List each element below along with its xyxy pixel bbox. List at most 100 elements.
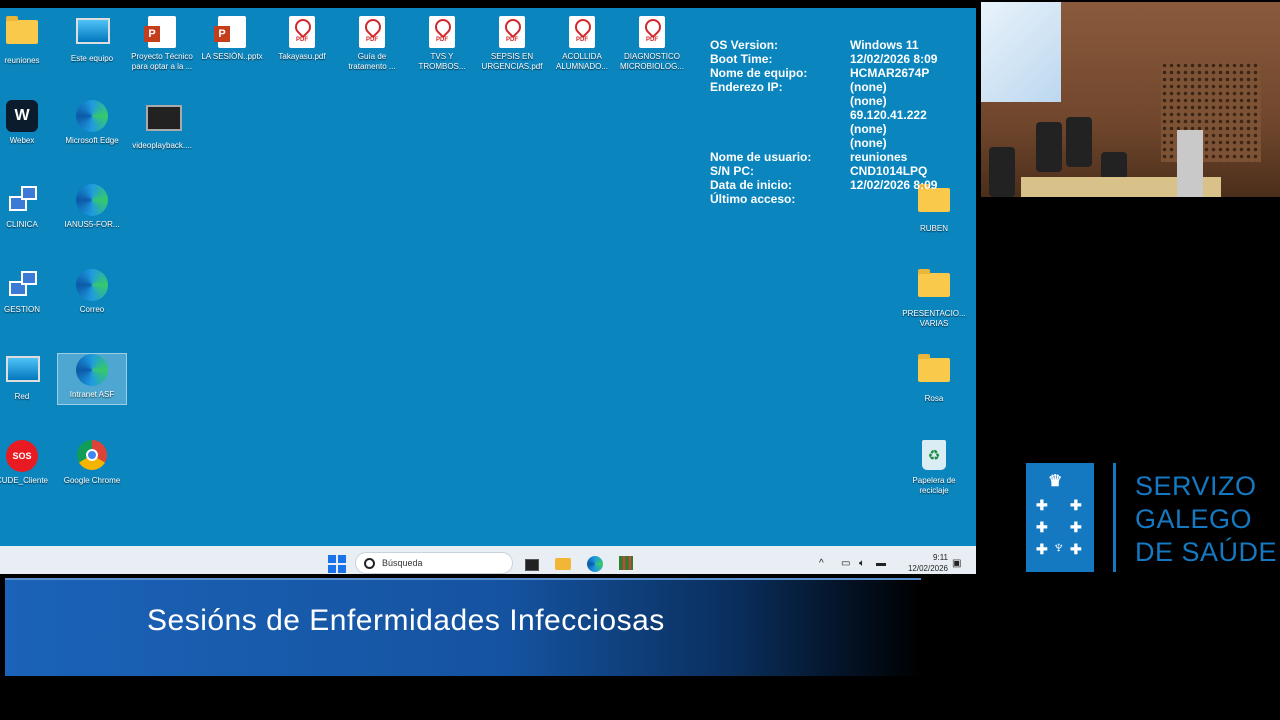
desktop-icon-takayasu[interactable]: PDF Takayasu.pdf: [268, 16, 336, 62]
webex-badge: W: [6, 100, 38, 132]
powerpoint-file-icon: [144, 16, 178, 48]
icon-label: CLINICA: [6, 220, 38, 229]
taskbar: Búsqueda ^ ▭ 🔈︎ ▬ 9:11 12/02/2026 ▣: [0, 546, 976, 574]
edge-icon: [587, 556, 603, 572]
desktop-icon-reuniones[interactable]: reuniones: [0, 16, 56, 66]
desktop-icon-red[interactable]: Red: [0, 354, 56, 402]
pdf-badge: PDF: [436, 37, 448, 43]
system-info-overlay: OS Version: Windows 11 Boot Time: 12/02/20…: [710, 38, 937, 206]
sysinfo-row: Último acceso:: [710, 192, 937, 206]
pdf-file-icon: PDF: [356, 16, 388, 48]
sysinfo-key: Nome de usuario:: [710, 150, 812, 164]
sergas-wordmark: SERVIZO GALEGO DE SAÚDE: [1135, 470, 1277, 569]
windows-logo-icon: [328, 555, 336, 563]
sysinfo-key: Data de inicio:: [710, 178, 793, 192]
sysinfo-key: [710, 108, 850, 122]
sysinfo-value: (none): [850, 136, 887, 150]
icon-label: Webex: [9, 136, 35, 145]
windows-logo-icon: [338, 555, 346, 563]
taskbar-app-file-explorer[interactable]: [555, 556, 571, 572]
sysinfo-value: 69.120.41.222: [850, 108, 927, 122]
desktop-icon-la-sesion[interactable]: LA SESIÓN..pptx: [198, 16, 266, 62]
sysinfo-key: Último acceso:: [710, 192, 796, 206]
icon-label: Proyecto Técnico para optar a la ...: [131, 52, 193, 71]
volume-icon[interactable]: 🔈︎: [859, 558, 865, 569]
cross-icon: ✚: [1070, 497, 1082, 513]
icon-label: LA SESIÓN..pptx: [201, 52, 263, 61]
icon-label: Guía de tratamento ...: [348, 52, 396, 71]
remote-desktop-icon: [6, 269, 38, 301]
desktop-icon-rosa[interactable]: Rosa: [900, 354, 968, 404]
desktop-icon-videoplayback[interactable]: videoplayback....: [128, 100, 196, 151]
battery-icon[interactable]: ▬: [876, 558, 886, 569]
taskbar-clock[interactable]: 9:11 12/02/2026: [896, 552, 948, 574]
taskbar-app-edge[interactable]: [587, 556, 603, 572]
desktop-icon-tvs-trombos[interactable]: PDF TVS Y TROMBOS...: [408, 16, 476, 72]
icon-label: Google Chrome: [63, 476, 121, 485]
folder-icon: [6, 16, 38, 52]
pdf-badge: PDF: [576, 37, 588, 43]
desktop-icon-guia-tratamento[interactable]: PDF Guía de tratamento ...: [338, 16, 406, 72]
desktop-icon-ianus[interactable]: IANUS5-FOR...: [58, 184, 126, 230]
video-file-icon: [146, 105, 182, 137]
sysinfo-value: CND1014LPQ: [850, 164, 928, 178]
desktop-icon-gestion[interactable]: GESTION: [0, 269, 56, 315]
start-button[interactable]: [328, 555, 346, 573]
clock-date: 12/02/2026: [907, 564, 948, 573]
desktop: reuniones Este equipo Proyecto Técnico p…: [0, 8, 976, 574]
cross-icon: ✚: [1036, 497, 1048, 513]
sysinfo-key: [710, 94, 850, 108]
pdf-badge: PDF: [506, 37, 518, 43]
sysinfo-row: 69.120.41.222: [710, 108, 937, 122]
taskbar-app-task-view[interactable]: [522, 556, 539, 572]
desktop-icon-cude-cliente[interactable]: SOS CUDE_Cliente: [0, 440, 56, 486]
chrome-icon: [76, 440, 108, 472]
desktop-icon-recycle-bin[interactable]: ♻ Papelera de reciclaje: [900, 440, 968, 496]
cross-icon: ✚: [1070, 519, 1082, 535]
pdf-file-icon: PDF: [636, 16, 668, 48]
desktop-icon-google-chrome[interactable]: Google Chrome: [58, 440, 126, 486]
webcam-feed: [981, 2, 1280, 197]
sysinfo-row: Data de inicio: 12/02/2026 8:09: [710, 178, 937, 192]
display-icon[interactable]: ▭: [841, 558, 850, 569]
sysinfo-row: (none): [710, 122, 937, 136]
taskbar-search-box[interactable]: Búsqueda: [355, 552, 513, 574]
clock-time: 9:11: [933, 553, 948, 562]
desktop-icon-sepsis[interactable]: PDF SEPSIS EN URGENCIAS.pdf: [478, 16, 546, 72]
logo-line-2: GALEGO: [1135, 504, 1253, 534]
pdf-file-icon: PDF: [496, 16, 528, 48]
desktop-icon-este-equipo[interactable]: Este equipo: [58, 16, 126, 64]
edge-icon: [76, 184, 108, 216]
folder-icon: [918, 269, 950, 305]
folder-icon: [918, 354, 950, 390]
chair: [1066, 117, 1092, 167]
cross-icon: ✚: [1070, 541, 1082, 557]
sysinfo-row: S/N PC: CND1014LPQ: [710, 164, 937, 178]
pdf-file-icon: PDF: [566, 16, 598, 48]
taskbar-app-store[interactable]: [619, 556, 635, 572]
edge-icon: [76, 100, 108, 132]
notification-icon[interactable]: ▣: [952, 558, 961, 569]
desktop-icon-acollida[interactable]: PDF ACOLLIDA ALUMNADO...: [548, 16, 616, 72]
desktop-icon-correo[interactable]: Correo: [58, 269, 126, 315]
icon-label: SEPSIS EN URGENCIAS.pdf: [481, 52, 543, 71]
pdf-file-icon: PDF: [426, 16, 458, 48]
acoustic-panel: [1161, 62, 1261, 162]
pdf-file-icon: PDF: [286, 16, 318, 48]
sysinfo-key: [710, 122, 850, 136]
icon-label: DIAGNOSTICO MICROBIOLOG...: [619, 52, 684, 71]
sysinfo-row: (none): [710, 94, 937, 108]
desktop-icon-webex[interactable]: W Webex: [0, 100, 56, 146]
desktop-icon-diagnostico[interactable]: PDF DIAGNOSTICO MICROBIOLOG...: [618, 16, 686, 72]
chevron-up-icon[interactable]: ^: [819, 558, 824, 569]
sysinfo-row: OS Version: Windows 11: [710, 38, 937, 52]
edge-icon: [76, 269, 108, 301]
desktop-icon-microsoft-edge[interactable]: Microsoft Edge: [58, 100, 126, 146]
desktop-icon-proyecto-tecnico[interactable]: Proyecto Técnico para optar a la ...: [128, 16, 196, 72]
sos-badge: SOS: [6, 440, 38, 472]
icon-label: reuniones: [4, 56, 40, 65]
desktop-icon-intranet-asf[interactable]: Intranet ASF: [57, 353, 127, 405]
desktop-icon-presentaciones-varias[interactable]: PRESENTACIO... VARIAS: [900, 269, 968, 329]
icon-label: CUDE_Cliente: [0, 476, 49, 485]
desktop-icon-clinica[interactable]: CLINICA: [0, 184, 56, 230]
